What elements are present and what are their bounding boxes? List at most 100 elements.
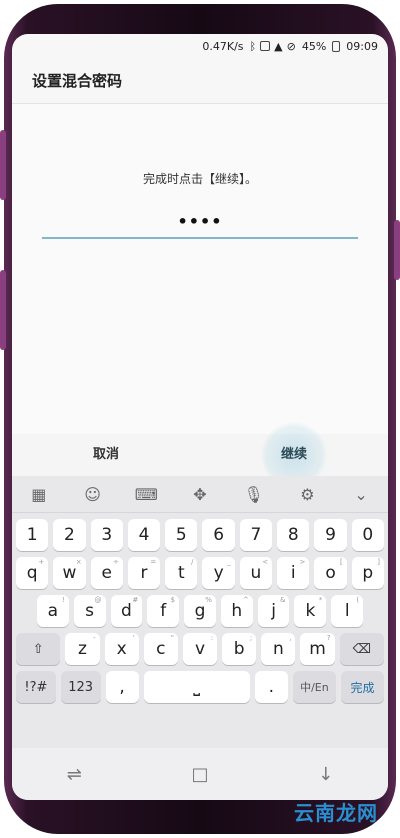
key[interactable]: w ×: [53, 557, 86, 589]
mic-icon[interactable]: 🎙: [241, 481, 267, 507]
key[interactable]: 5: [165, 519, 198, 551]
side-button-left-lower: [0, 270, 6, 350]
password-input[interactable]: ••••: [12, 212, 388, 231]
key-label: f: [160, 601, 167, 621]
key[interactable]: q +: [16, 557, 49, 589]
row-spacer: [16, 595, 32, 627]
status-icons: ᛒ ▲ ⊘: [250, 40, 296, 53]
key-label: v: [194, 639, 206, 659]
key[interactable]: h ^: [220, 595, 253, 627]
key[interactable]: r =: [127, 557, 161, 589]
period-key[interactable]: .: [254, 671, 288, 703]
keyboard-row-z: ⇧ z - x ' c " v: b; n, m? ⌫: [12, 633, 388, 665]
key-label: m: [309, 639, 326, 659]
key[interactable]: e ÷: [90, 557, 123, 589]
move-icon[interactable]: ✥: [187, 481, 213, 507]
key[interactable]: 1: [16, 519, 49, 551]
key-label: g: [194, 601, 206, 621]
key-label: h: [231, 601, 243, 621]
key[interactable]: 6: [202, 519, 235, 551]
apps-icon[interactable]: ▦: [26, 481, 52, 507]
key-alt-label: &: [280, 596, 286, 604]
key-alt-label: ^: [242, 596, 249, 604]
space-key[interactable]: ⎵: [143, 671, 250, 703]
key-alt-label: ×: [75, 558, 82, 566]
key-label: 5: [175, 525, 187, 545]
continue-button[interactable]: 继续: [200, 422, 388, 488]
cancel-button[interactable]: 取消: [12, 434, 200, 476]
key[interactable]: c ": [143, 633, 178, 665]
key-label: q: [26, 563, 38, 583]
shift-key[interactable]: ⇧: [16, 633, 61, 665]
key[interactable]: 4: [127, 519, 161, 551]
done-key[interactable]: 完成: [340, 671, 385, 703]
keyboard: ▦ ☺ ⌨ ✥ 🎙 ⚙ ⌄ 1234567890 q + w × e ÷ r = t / y _ u < i > o[p] …: [12, 476, 388, 748]
key[interactable]: u <: [239, 557, 273, 589]
key-label: 0: [362, 525, 374, 545]
key[interactable]: m?: [300, 633, 335, 665]
back-icon[interactable]: ↓: [318, 764, 333, 785]
emoji-icon[interactable]: ☺: [80, 481, 106, 507]
password-underline: [42, 237, 358, 239]
page-title: 设置混合密码: [12, 58, 388, 104]
key-label: l: [344, 601, 350, 621]
key[interactable]: y _: [202, 557, 235, 589]
numbers-key[interactable]: 123: [60, 671, 101, 703]
key[interactable]: g%: [184, 595, 216, 627]
key-alt-label: %: [205, 596, 212, 604]
battery-level: 45%: [301, 39, 327, 53]
keyboard-icon[interactable]: ⌨: [133, 481, 159, 507]
key-label: d: [121, 601, 132, 621]
language-key[interactable]: 中/En: [292, 671, 336, 703]
key-label: p: [362, 563, 374, 583]
key[interactable]: 9: [314, 519, 347, 551]
home-icon[interactable]: □: [191, 764, 208, 785]
backspace-key[interactable]: ⌫: [339, 633, 385, 665]
key[interactable]: j &: [257, 595, 290, 627]
key[interactable]: 2: [53, 519, 86, 551]
key[interactable]: 0: [351, 519, 384, 551]
key-label: o: [325, 563, 336, 583]
key[interactable]: 8: [277, 519, 310, 551]
key-alt-label: @: [94, 596, 102, 604]
key[interactable]: i >: [277, 557, 310, 589]
key-alt-label: #: [132, 596, 139, 604]
action-bar: 取消 继续: [12, 422, 388, 488]
cancel-label: 取消: [92, 447, 119, 462]
key-alt-label: (: [356, 596, 360, 604]
key[interactable]: d #: [110, 595, 143, 627]
key[interactable]: l(: [331, 595, 364, 627]
key[interactable]: t /: [165, 557, 198, 589]
key[interactable]: a!: [36, 595, 69, 627]
key[interactable]: x ': [104, 633, 139, 665]
recent-apps-icon[interactable]: ⇌: [67, 764, 82, 785]
key[interactable]: o[: [314, 557, 347, 589]
key-alt-label: <: [262, 558, 269, 566]
side-button-left-upper: [0, 130, 6, 200]
key-label: t: [178, 563, 185, 583]
key[interactable]: p]: [351, 557, 384, 589]
key[interactable]: 7: [239, 519, 273, 551]
keyboard-row-a: a! s @ d # f $ g% h ^ j & k * l(: [12, 595, 388, 627]
key[interactable]: b;: [222, 633, 257, 665]
chevron-down-icon[interactable]: ⌄: [348, 481, 374, 507]
key-label: n: [272, 639, 284, 659]
side-button-right: [394, 220, 400, 280]
key-label: u: [250, 563, 262, 583]
key[interactable]: n,: [261, 633, 296, 665]
key[interactable]: 3: [90, 519, 123, 551]
key-label: 1: [26, 525, 38, 545]
key-label: e: [101, 563, 112, 583]
symbols-key[interactable]: !?#: [16, 671, 56, 703]
key-label: b: [233, 639, 245, 659]
key-alt-label: $: [170, 596, 176, 604]
key-alt-label: [: [339, 558, 343, 566]
key[interactable]: k *: [294, 595, 327, 627]
comma-key[interactable]: ,: [105, 671, 139, 703]
key[interactable]: v:: [182, 633, 218, 665]
gear-icon[interactable]: ⚙: [294, 481, 320, 507]
key[interactable]: z-: [65, 633, 100, 665]
key-label: s: [85, 601, 95, 621]
key[interactable]: s @: [73, 595, 106, 627]
key[interactable]: f $: [147, 595, 180, 627]
